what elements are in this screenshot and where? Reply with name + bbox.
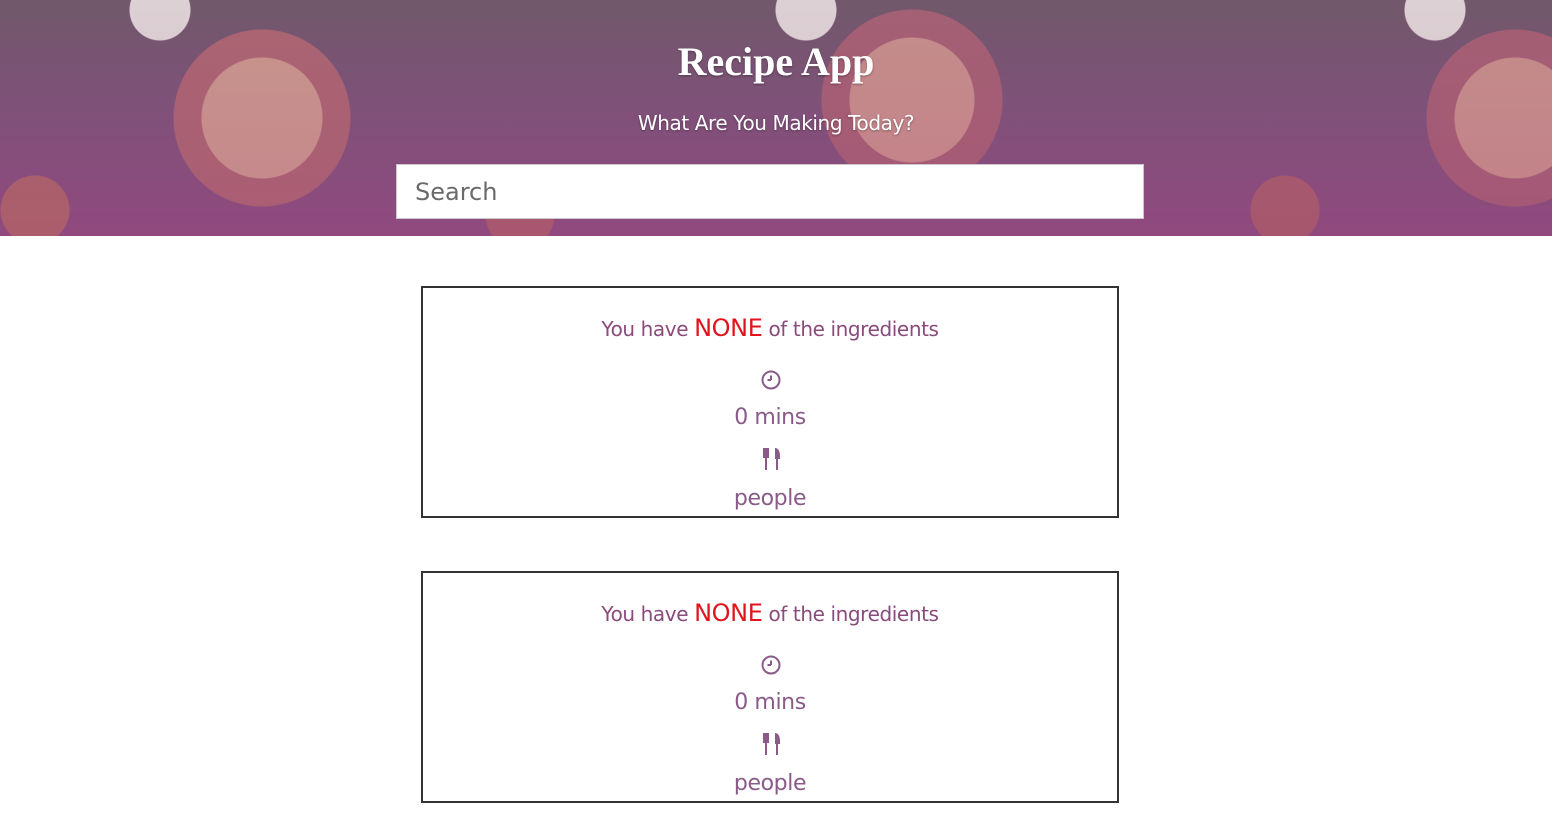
ingredients-prefix: You have [601,602,689,626]
servings: people [733,771,807,796]
cook-time: 0 mins [734,690,806,715]
ingredients-status: You have NONE of the ingredients [423,314,1117,342]
ingredients-count-status: NONE [694,314,763,342]
ingredients-prefix: You have [601,317,689,341]
search-input[interactable] [396,164,1144,219]
cutlery-icon [763,448,780,470]
servings: people [733,486,807,511]
recipe-card[interactable]: You have NONE of the ingredients 0 mins … [421,571,1119,803]
ingredients-status: You have NONE of the ingredients [423,599,1117,627]
clock-icon [761,370,781,390]
ingredients-count-status: NONE [694,599,763,627]
ingredients-suffix: of the ingredients [768,317,939,341]
ingredients-suffix: of the ingredients [768,602,939,626]
cutlery-icon [763,733,780,755]
cook-time: 0 mins [734,405,806,430]
page-subtitle: What Are You Making Today? [637,111,915,135]
page-title: Recipe App [677,39,875,84]
clock-icon [761,655,781,675]
recipe-card[interactable]: You have NONE of the ingredients 0 mins … [421,286,1119,518]
